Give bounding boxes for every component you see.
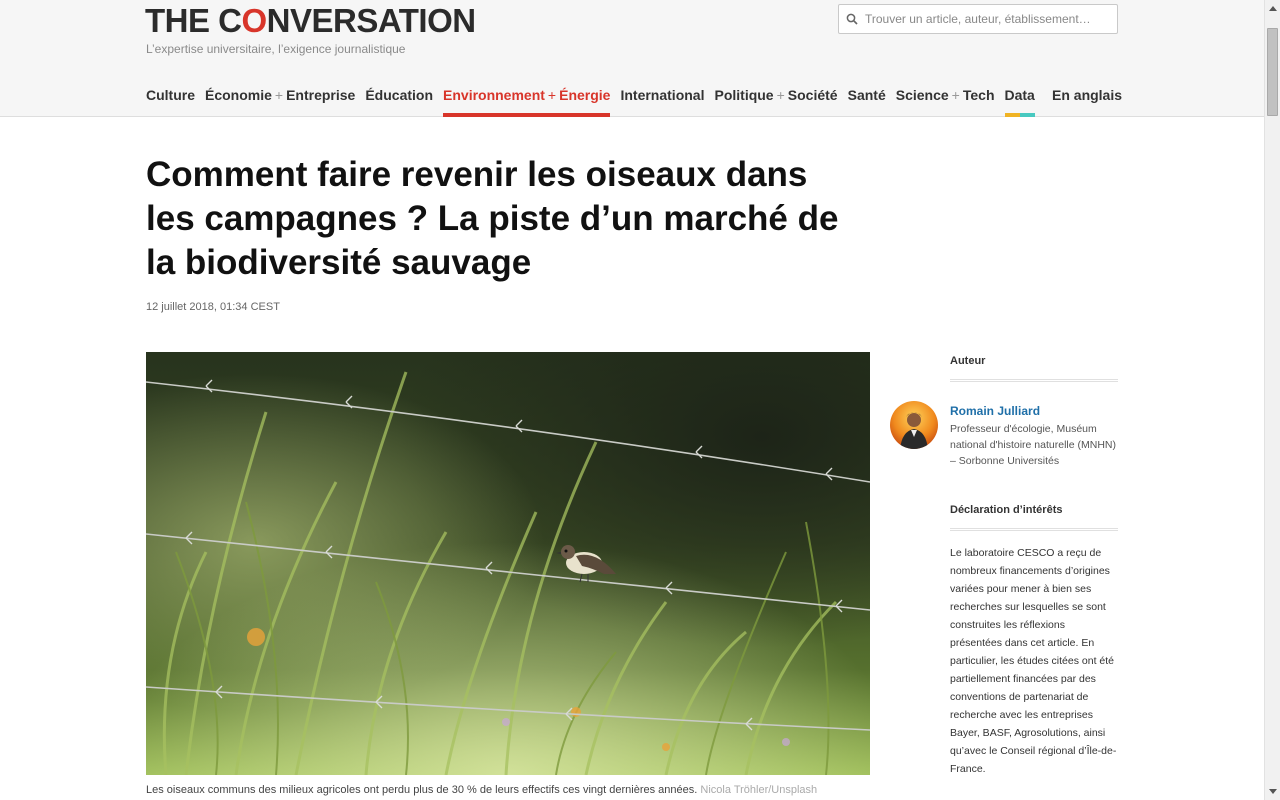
divider (950, 379, 1118, 382)
author-bio: Professeur d'écologie, Muséum national d… (950, 423, 1116, 467)
nav-item-education[interactable]: Éducation (365, 84, 433, 117)
page-scrollbar[interactable] (1264, 0, 1280, 800)
search-icon[interactable] (839, 5, 865, 33)
hero-image[interactable] (146, 352, 870, 775)
nav-item-environnement-energie[interactable]: Environnement + Énergie (443, 84, 611, 117)
site-logo[interactable]: THE CONVERSATION (145, 3, 476, 39)
disclosure-heading: Déclaration d’intérêts (950, 504, 1063, 516)
avatar[interactable] (890, 401, 938, 449)
disclosure-text: Le laboratoire CESCO a reçu de nombreux … (950, 547, 1117, 775)
nav-item-politique-societe[interactable]: Politique + Société (714, 84, 837, 117)
image-caption: Les oiseaux communs des milieux agricole… (146, 784, 818, 796)
scrollbar-thumb[interactable] (1267, 28, 1278, 116)
nav-item-science-tech[interactable]: Science + Tech (896, 84, 995, 117)
nav-item-culture[interactable]: Culture (146, 84, 195, 117)
nav-item-international[interactable]: International (620, 84, 704, 117)
article-date: 12 juillet 2018, 01:34 CEST (146, 301, 280, 313)
site-header: THE CONVERSATION L’expertise universitai… (0, 0, 1264, 117)
nav-item-data[interactable]: Data (1004, 84, 1036, 117)
nav-item-english[interactable]: En anglais (1052, 87, 1122, 103)
scroll-up-icon[interactable] (1265, 0, 1280, 17)
main-nav: Culture Économie + Entreprise Éducation En… (146, 84, 1045, 117)
article-title: Comment faire revenir les oiseaux dans l… (146, 155, 839, 282)
site-tagline: L’expertise universitaire, l’exigence jo… (146, 42, 406, 56)
nav-item-sante[interactable]: Santé (848, 84, 886, 117)
divider (950, 528, 1118, 531)
image-credit[interactable]: Nicola Tröhler/Unsplash (700, 784, 817, 796)
author-heading: Auteur (950, 355, 986, 367)
nav-item-economie-entreprise[interactable]: Économie + Entreprise (205, 84, 355, 117)
scroll-down-icon[interactable] (1265, 783, 1280, 800)
search-input[interactable] (865, 12, 1105, 26)
author-name-link[interactable]: Romain Julliard (950, 404, 1040, 418)
search-box[interactable] (838, 4, 1118, 34)
